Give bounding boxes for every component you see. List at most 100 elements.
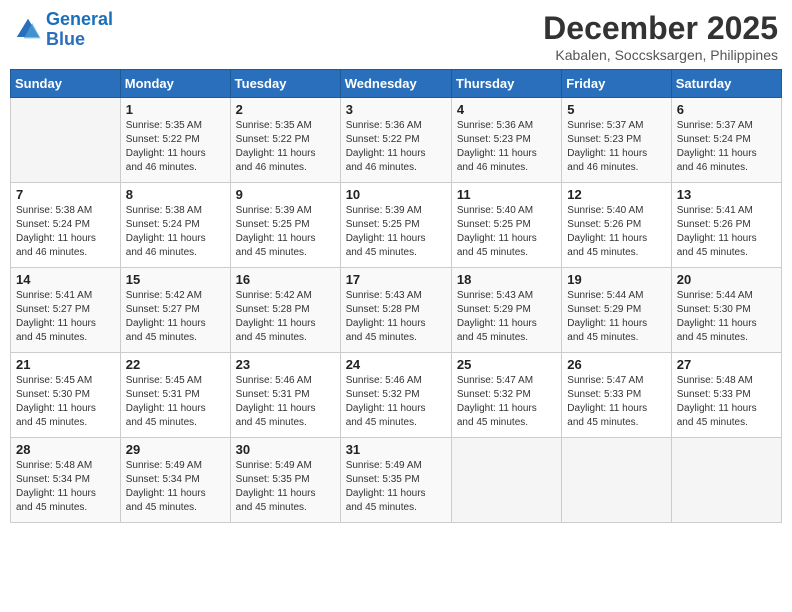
calendar-cell: 27Sunrise: 5:48 AM Sunset: 5:33 PM Dayli… (671, 353, 781, 438)
logo-line2: Blue (46, 29, 85, 49)
calendar-week-row: 7 Sunrise: 5:38 AM Sunset: 5:24 PM Daylig… (11, 183, 782, 268)
calendar-cell: 19Sunrise: 5:44 AM Sunset: 5:29 PM Dayli… (562, 268, 671, 353)
calendar-cell: 2 Sunrise: 5:35 AM Sunset: 5:22 PM Daylig… (230, 98, 340, 183)
day-number: 22 (126, 357, 225, 372)
calendar-cell: 18 Sunrise: 5:43 AM Sunset: 5:29 PM Dayli… (451, 268, 561, 353)
calendar-cell: 6Sunrise: 5:37 AM Sunset: 5:24 PM Daylig… (671, 98, 781, 183)
day-info: Sunrise: 5:49 AM Sunset: 5:34 PM Dayligh… (126, 459, 225, 515)
calendar-week-row: 1 Sunrise: 5:35 AM Sunset: 5:22 PM Daylig… (11, 98, 782, 183)
day-number: 27 (677, 357, 776, 372)
calendar-table: SundayMondayTuesdayWednesdayThursdayFrid… (10, 69, 782, 523)
weekday-header-monday: Monday (120, 70, 230, 98)
weekday-header-thursday: Thursday (451, 70, 561, 98)
logo: General Blue (14, 10, 113, 50)
day-number: 17 (346, 272, 446, 287)
day-info: Sunrise: 5:39 AM Sunset: 5:25 PM Dayligh… (346, 204, 446, 260)
day-number: 23 (236, 357, 335, 372)
calendar-cell: 22Sunrise: 5:45 AM Sunset: 5:31 PM Dayli… (120, 353, 230, 438)
calendar-cell: 25 Sunrise: 5:47 AM Sunset: 5:32 PM Dayli… (451, 353, 561, 438)
calendar-cell: 10 Sunrise: 5:39 AM Sunset: 5:25 PM Dayli… (340, 183, 451, 268)
day-number: 15 (126, 272, 225, 287)
day-info: Sunrise: 5:36 AM Sunset: 5:22 PM Dayligh… (346, 119, 446, 175)
calendar-cell: 16 Sunrise: 5:42 AM Sunset: 5:28 PM Dayli… (230, 268, 340, 353)
month-title: December 2025 (543, 10, 778, 47)
day-number: 16 (236, 272, 335, 287)
calendar-cell: 20 Sunrise: 5:44 AM Sunset: 5:30 PM Dayli… (671, 268, 781, 353)
day-info: Sunrise: 5:49 AM Sunset: 5:35 PM Dayligh… (346, 459, 446, 515)
day-number: 13 (677, 187, 776, 202)
calendar-cell: 3 Sunrise: 5:36 AM Sunset: 5:22 PM Daylig… (340, 98, 451, 183)
day-number: 21 (16, 357, 115, 372)
day-number: 3 (346, 102, 446, 117)
day-number: 31 (346, 442, 446, 457)
calendar-cell: 24 Sunrise: 5:46 AM Sunset: 5:32 PM Dayli… (340, 353, 451, 438)
calendar-header: SundayMondayTuesdayWednesdayThursdayFrid… (11, 70, 782, 98)
day-info: Sunrise: 5:39 AM Sunset: 5:25 PM Dayligh… (236, 204, 335, 260)
calendar-cell: 11 Sunrise: 5:40 AM Sunset: 5:25 PM Dayli… (451, 183, 561, 268)
day-number: 11 (457, 187, 556, 202)
weekday-header-sunday: Sunday (11, 70, 121, 98)
calendar-body: 1 Sunrise: 5:35 AM Sunset: 5:22 PM Daylig… (11, 98, 782, 523)
logo-icon (14, 16, 42, 44)
day-info: Sunrise: 5:36 AM Sunset: 5:23 PM Dayligh… (457, 119, 556, 175)
day-number: 5 (567, 102, 665, 117)
day-info: Sunrise: 5:38 AM Sunset: 5:24 PM Dayligh… (126, 204, 225, 260)
day-number: 25 (457, 357, 556, 372)
calendar-cell: 23 Sunrise: 5:46 AM Sunset: 5:31 PM Dayli… (230, 353, 340, 438)
day-info: Sunrise: 5:46 AM Sunset: 5:31 PM Dayligh… (236, 374, 335, 430)
calendar-cell: 31 Sunrise: 5:49 AM Sunset: 5:35 PM Dayli… (340, 438, 451, 523)
calendar-week-row: 21Sunrise: 5:45 AM Sunset: 5:30 PM Dayli… (11, 353, 782, 438)
day-number: 14 (16, 272, 115, 287)
calendar-cell: 28 Sunrise: 5:48 AM Sunset: 5:34 PM Dayli… (11, 438, 121, 523)
location-subtitle: Kabalen, Soccsksargen, Philippines (543, 47, 778, 63)
calendar-cell: 7 Sunrise: 5:38 AM Sunset: 5:24 PM Daylig… (11, 183, 121, 268)
logo-line1: General (46, 9, 113, 29)
day-info: Sunrise: 5:38 AM Sunset: 5:24 PM Dayligh… (16, 204, 115, 260)
day-number: 18 (457, 272, 556, 287)
calendar-cell (451, 438, 561, 523)
day-info: Sunrise: 5:37 AM Sunset: 5:23 PM Dayligh… (567, 119, 665, 175)
calendar-cell: 4 Sunrise: 5:36 AM Sunset: 5:23 PM Daylig… (451, 98, 561, 183)
title-block: December 2025 Kabalen, Soccsksargen, Phi… (543, 10, 778, 63)
day-number: 26 (567, 357, 665, 372)
day-info: Sunrise: 5:35 AM Sunset: 5:22 PM Dayligh… (236, 119, 335, 175)
day-number: 4 (457, 102, 556, 117)
day-info: Sunrise: 5:42 AM Sunset: 5:28 PM Dayligh… (236, 289, 335, 345)
day-number: 1 (126, 102, 225, 117)
calendar-cell: 30 Sunrise: 5:49 AM Sunset: 5:35 PM Dayli… (230, 438, 340, 523)
calendar-cell: 9 Sunrise: 5:39 AM Sunset: 5:25 PM Daylig… (230, 183, 340, 268)
day-info: Sunrise: 5:48 AM Sunset: 5:34 PM Dayligh… (16, 459, 115, 515)
day-info: Sunrise: 5:40 AM Sunset: 5:25 PM Dayligh… (457, 204, 556, 260)
day-info: Sunrise: 5:46 AM Sunset: 5:32 PM Dayligh… (346, 374, 446, 430)
day-number: 8 (126, 187, 225, 202)
day-info: Sunrise: 5:40 AM Sunset: 5:26 PM Dayligh… (567, 204, 665, 260)
calendar-week-row: 28 Sunrise: 5:48 AM Sunset: 5:34 PM Dayli… (11, 438, 782, 523)
day-number: 30 (236, 442, 335, 457)
calendar-cell: 5 Sunrise: 5:37 AM Sunset: 5:23 PM Daylig… (562, 98, 671, 183)
weekday-header-tuesday: Tuesday (230, 70, 340, 98)
day-number: 20 (677, 272, 776, 287)
day-number: 24 (346, 357, 446, 372)
day-number: 7 (16, 187, 115, 202)
day-number: 28 (16, 442, 115, 457)
calendar-cell (671, 438, 781, 523)
day-info: Sunrise: 5:42 AM Sunset: 5:27 PM Dayligh… (126, 289, 225, 345)
calendar-cell: 17Sunrise: 5:43 AM Sunset: 5:28 PM Dayli… (340, 268, 451, 353)
page-header: General Blue December 2025 Kabalen, Socc… (10, 10, 782, 63)
day-info: Sunrise: 5:43 AM Sunset: 5:29 PM Dayligh… (457, 289, 556, 345)
weekday-header-row: SundayMondayTuesdayWednesdayThursdayFrid… (11, 70, 782, 98)
day-number: 10 (346, 187, 446, 202)
calendar-cell (11, 98, 121, 183)
day-info: Sunrise: 5:44 AM Sunset: 5:29 PM Dayligh… (567, 289, 665, 345)
calendar-cell: 14Sunrise: 5:41 AM Sunset: 5:27 PM Dayli… (11, 268, 121, 353)
day-number: 9 (236, 187, 335, 202)
day-number: 6 (677, 102, 776, 117)
day-info: Sunrise: 5:44 AM Sunset: 5:30 PM Dayligh… (677, 289, 776, 345)
calendar-cell: 15 Sunrise: 5:42 AM Sunset: 5:27 PM Dayli… (120, 268, 230, 353)
day-info: Sunrise: 5:47 AM Sunset: 5:32 PM Dayligh… (457, 374, 556, 430)
calendar-cell: 21Sunrise: 5:45 AM Sunset: 5:30 PM Dayli… (11, 353, 121, 438)
day-info: Sunrise: 5:47 AM Sunset: 5:33 PM Dayligh… (567, 374, 665, 430)
day-info: Sunrise: 5:41 AM Sunset: 5:26 PM Dayligh… (677, 204, 776, 260)
day-number: 2 (236, 102, 335, 117)
day-info: Sunrise: 5:49 AM Sunset: 5:35 PM Dayligh… (236, 459, 335, 515)
